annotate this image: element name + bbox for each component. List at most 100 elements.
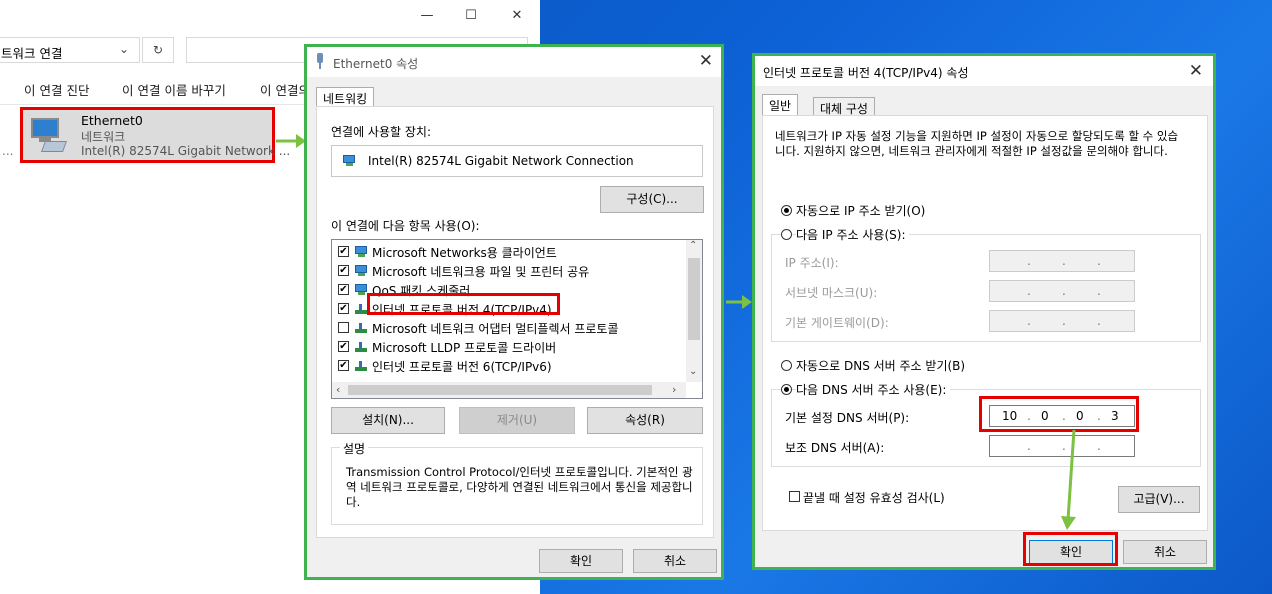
title-bar: 인터넷 프로토콜 버전 4(TCP/IPv4) 속성 ✕ bbox=[755, 56, 1213, 86]
ip-address-field[interactable]: ... bbox=[989, 250, 1135, 272]
item-label: Microsoft LLDP 프로토콜 드라이버 bbox=[372, 341, 557, 355]
validate-label[interactable]: 끝낼 때 설정 유효성 검사(L) bbox=[803, 489, 945, 506]
close-icon[interactable]: ✕ bbox=[1189, 61, 1203, 81]
chevron-down-icon[interactable]: ⌄ bbox=[119, 42, 129, 56]
protocol-icon bbox=[354, 322, 368, 334]
protocol-icon bbox=[354, 303, 368, 315]
vertical-scrollbar[interactable]: ⌃ ⌄ bbox=[686, 240, 702, 382]
tab-general[interactable]: 일반 bbox=[762, 94, 799, 116]
ipv4-properties-dialog: 인터넷 프로토콜 버전 4(TCP/IPv4) 속성 ✕ 일반 대체 구성 네트… bbox=[752, 53, 1216, 570]
network-adapter-icon bbox=[29, 115, 68, 153]
manual-dns-radio[interactable] bbox=[781, 384, 792, 395]
install-button[interactable]: 설치(N)... bbox=[331, 407, 445, 434]
arrow-icon bbox=[1061, 430, 1076, 530]
address-text: 트워크 연결 bbox=[1, 46, 63, 61]
preferred-dns-label: 기본 설정 DNS 서버(P): bbox=[785, 411, 910, 425]
configure-button[interactable]: 구성(C)... bbox=[600, 186, 704, 213]
arrow-icon bbox=[726, 295, 752, 309]
hscrollbar-thumb[interactable] bbox=[348, 385, 652, 395]
components-list[interactable]: ✔ Microsoft Networks용 클라이언트 ✔ Microsoft 네트워… bbox=[331, 239, 703, 399]
cancel-button[interactable]: 취소 bbox=[1123, 540, 1207, 564]
minimize-button[interactable]: — bbox=[404, 4, 450, 28]
network-adapter-icon bbox=[315, 53, 325, 69]
gateway-field[interactable]: ... bbox=[989, 310, 1135, 332]
adapter-device: Intel(R) 82574L Gigabit Network ... bbox=[81, 144, 291, 158]
list-item[interactable]: ✔ 인터넷 프로토콜 버전 6(TCP/IPv6) bbox=[332, 357, 686, 375]
uninstall-button[interactable]: 제거(U) bbox=[459, 407, 575, 434]
items-label: 이 연결에 다음 항목 사용(O): bbox=[331, 219, 480, 233]
intro-text: 네트워크가 IP 자동 설정 기능을 지원하면 IP 설정이 자동으로 할당되도… bbox=[775, 129, 1179, 158]
item-checkbox[interactable]: ✔ bbox=[338, 265, 349, 276]
general-panel: 네트워크가 IP 자동 설정 기능을 지원하면 IP 설정이 자동으로 할당되도… bbox=[762, 115, 1208, 531]
list-item[interactable]: ✔ Microsoft LLDP 프로토콜 드라이버 bbox=[332, 338, 686, 356]
scrollbar-thumb[interactable] bbox=[688, 258, 700, 340]
cancel-button[interactable]: 취소 bbox=[633, 549, 717, 573]
scroll-down-icon[interactable]: ⌄ bbox=[689, 366, 697, 377]
description-label: 설명 bbox=[340, 440, 369, 457]
auto-dns-radio[interactable] bbox=[781, 360, 792, 371]
item-label: Microsoft 네트워크용 파일 및 프린터 공유 bbox=[372, 265, 590, 279]
manual-dns-label[interactable]: 다음 DNS 서버 주소 사용(E): bbox=[796, 381, 951, 398]
manual-ip-label[interactable]: 다음 IP 주소 사용(S): bbox=[796, 226, 910, 243]
close-icon[interactable]: ✕ bbox=[699, 51, 713, 71]
networking-panel: 연결에 사용할 장치: Intel(R) 82574L Gigabit Netw… bbox=[316, 106, 714, 538]
protocol-icon bbox=[354, 341, 368, 353]
diagnose-button[interactable]: 이 연결 진단 bbox=[24, 80, 89, 99]
item-label: 인터넷 프로토콜 버전 6(TCP/IPv6) bbox=[372, 360, 552, 374]
tab-networking[interactable]: 네트워킹 bbox=[316, 87, 375, 107]
network-client-icon bbox=[354, 246, 368, 258]
device-name: Intel(R) 82574L Gigabit Network Connecti… bbox=[368, 154, 634, 168]
description-text: Transmission Control Protocol/인터넷 프로토콜입니… bbox=[346, 465, 693, 509]
scroll-left-icon[interactable]: ‹ bbox=[336, 383, 340, 396]
list-item[interactable]: ✔ Microsoft 네트워크용 파일 및 프린터 공유 bbox=[332, 262, 686, 280]
auto-dns-label[interactable]: 자동으로 DNS 서버 주소 받기(B) bbox=[796, 357, 965, 374]
rename-button[interactable]: 이 연결 이름 바꾸기 bbox=[122, 80, 226, 99]
network-card-icon bbox=[342, 155, 356, 167]
device-field: Intel(R) 82574L Gigabit Network Connecti… bbox=[331, 145, 703, 177]
validate-checkbox[interactable] bbox=[789, 491, 800, 502]
item-checkbox[interactable]: ✔ bbox=[338, 246, 349, 257]
highlight-preferred-dns bbox=[979, 396, 1139, 432]
tab-alternate[interactable]: 대체 구성 bbox=[813, 97, 875, 117]
title-bar: Ethernet0 속성 ✕ bbox=[307, 47, 721, 77]
maximize-button[interactable]: ☐ bbox=[448, 4, 494, 28]
item-label: Microsoft 네트워크 어댑터 멀티플렉서 프로토콜 bbox=[372, 322, 619, 336]
item-checkbox[interactable]: ✔ bbox=[338, 341, 349, 352]
gateway-label: 기본 게이트웨이(D): bbox=[785, 316, 889, 330]
truncated-item: ... bbox=[2, 144, 14, 158]
ok-button[interactable]: 확인 bbox=[539, 549, 623, 573]
adapter-ethernet0[interactable]: Ethernet0 네트워크 Intel(R) 82574L Gigabit N… bbox=[20, 107, 290, 163]
status-button[interactable]: 이 연결의 bbox=[260, 80, 310, 99]
properties-button[interactable]: 속성(R) bbox=[587, 407, 703, 434]
description-group: 설명 Transmission Control Protocol/인터넷 프로토… bbox=[331, 440, 703, 525]
close-button[interactable]: ✕ bbox=[494, 4, 540, 28]
ip-address-label: IP 주소(I): bbox=[785, 256, 839, 270]
item-checkbox[interactable] bbox=[338, 322, 349, 333]
auto-ip-radio[interactable] bbox=[781, 205, 792, 216]
highlight-ok-button bbox=[1023, 532, 1118, 566]
horizontal-scrollbar[interactable]: ‹ › bbox=[332, 382, 686, 398]
manual-ip-radio[interactable] bbox=[781, 229, 792, 240]
refresh-icon[interactable]: ↻ bbox=[142, 37, 174, 63]
item-checkbox[interactable]: ✔ bbox=[338, 303, 349, 314]
subnet-field[interactable]: ... bbox=[989, 280, 1135, 302]
highlight-ipv4-item bbox=[367, 293, 560, 315]
advanced-button[interactable]: 고급(V)... bbox=[1118, 486, 1200, 513]
item-label: Microsoft Networks용 클라이언트 bbox=[372, 246, 557, 260]
connect-using-label: 연결에 사용할 장치: bbox=[331, 125, 431, 139]
scroll-up-icon[interactable]: ⌃ bbox=[689, 240, 697, 251]
alternate-dns-label: 보조 DNS 서버(A): bbox=[785, 441, 885, 455]
protocol-icon bbox=[354, 360, 368, 372]
list-item[interactable]: Microsoft 네트워크 어댑터 멀티플렉서 프로토콜 bbox=[332, 319, 686, 337]
scroll-right-icon[interactable]: › bbox=[672, 383, 676, 396]
auto-ip-label[interactable]: 자동으로 IP 주소 받기(O) bbox=[796, 202, 925, 219]
list-item[interactable]: ✔ Microsoft Networks용 클라이언트 bbox=[332, 243, 686, 261]
address-bar[interactable]: 트워크 연결 ⌄ bbox=[0, 37, 140, 63]
adapter-name: Ethernet0 bbox=[81, 113, 143, 128]
subnet-label: 서브넷 마스크(U): bbox=[785, 286, 878, 300]
item-checkbox[interactable]: ✔ bbox=[338, 360, 349, 371]
qos-icon bbox=[354, 284, 368, 296]
dialog-title: 인터넷 프로토콜 버전 4(TCP/IPv4) 속성 bbox=[763, 66, 969, 80]
file-share-icon bbox=[354, 265, 368, 277]
item-checkbox[interactable]: ✔ bbox=[338, 284, 349, 295]
